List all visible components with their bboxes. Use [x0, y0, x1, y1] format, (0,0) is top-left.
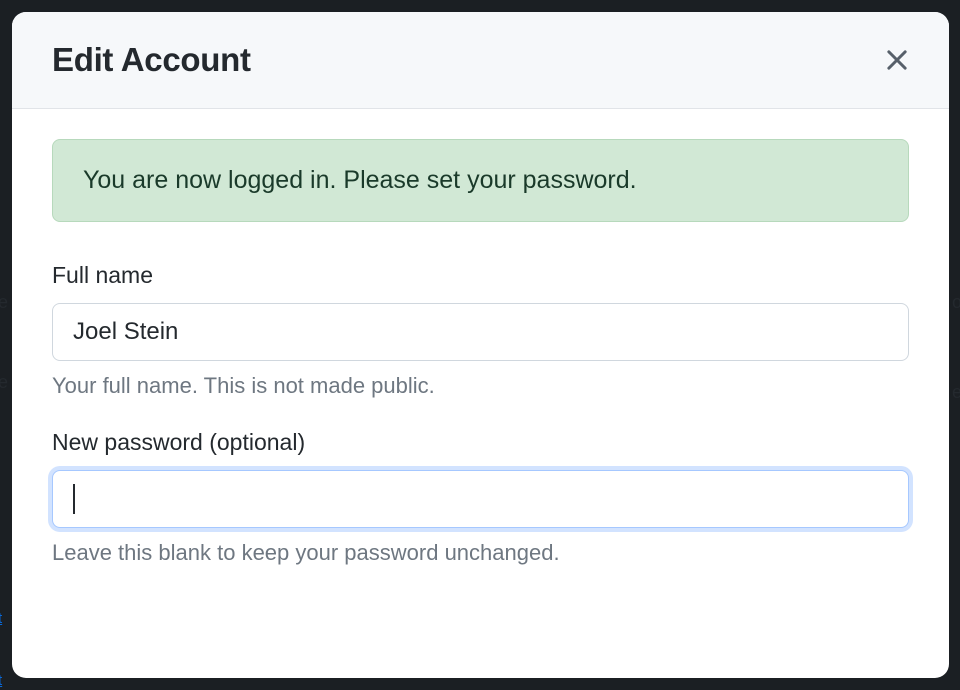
bg-text-fragment: e: [0, 372, 8, 393]
password-wrapper: [52, 470, 909, 528]
bg-text-fragment: e: [0, 292, 8, 313]
new-password-help: Leave this blank to keep your password u…: [52, 540, 909, 566]
close-button[interactable]: [877, 40, 917, 80]
new-password-label: New password (optional): [52, 429, 909, 456]
full-name-group: Full name Your full name. This is not ma…: [52, 262, 909, 399]
bg-link-fragment: t: [0, 610, 2, 627]
modal-header: Edit Account: [12, 12, 949, 109]
new-password-input[interactable]: [52, 470, 909, 528]
modal-body: You are now logged in. Please set your p…: [12, 109, 949, 626]
full-name-help: Your full name. This is not made public.: [52, 373, 909, 399]
full-name-input[interactable]: [52, 303, 909, 361]
modal-title: Edit Account: [52, 41, 251, 79]
bg-text-fragment: e: [952, 382, 960, 403]
full-name-label: Full name: [52, 262, 909, 289]
text-cursor: [73, 484, 75, 514]
alert-message: You are now logged in. Please set your p…: [83, 166, 878, 195]
close-icon: [883, 46, 911, 74]
bg-link-fragment: t: [0, 672, 2, 689]
success-alert: You are now logged in. Please set your p…: [52, 139, 909, 222]
edit-account-modal: Edit Account You are now logged in. Plea…: [12, 12, 949, 678]
new-password-group: New password (optional) Leave this blank…: [52, 429, 909, 566]
bg-text-fragment: o: [952, 292, 960, 313]
